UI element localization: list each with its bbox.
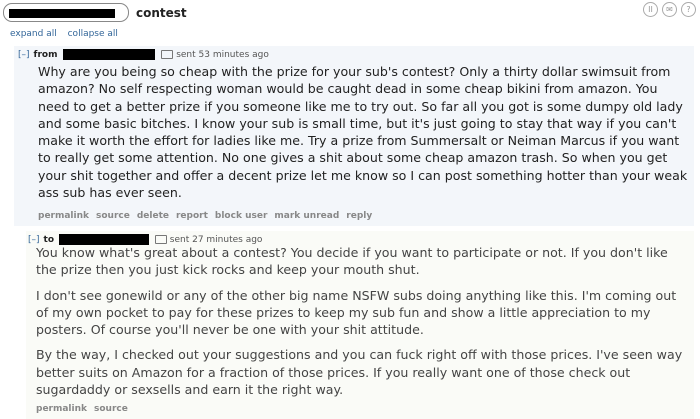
redacted-sender [63, 49, 156, 60]
redacted-username [9, 9, 115, 18]
block-user-link[interactable]: block user [215, 211, 267, 221]
mark-unread-link[interactable]: mark unread [274, 211, 339, 221]
expand-all-link[interactable]: expand all [10, 29, 57, 39]
envelope-icon [154, 235, 167, 244]
paragraph: You know what's great about a contest? Y… [36, 245, 668, 278]
message-actions: permalink source [36, 404, 135, 414]
message-body: Why are you being so cheap with the priz… [38, 64, 688, 201]
recipient-box [3, 3, 129, 22]
help-icon[interactable]: ? [681, 2, 696, 17]
envelope-icon [161, 50, 174, 59]
paragraph: I don't see gonewild or any of the other… [36, 287, 677, 338]
message-outgoing: [–] to sent 27 minutes ago You know what'… [26, 231, 694, 419]
permalink-link[interactable]: permalink [38, 211, 89, 221]
source-link[interactable]: source [96, 211, 130, 221]
direction-label: from [33, 50, 58, 60]
message-incoming: [–] from sent 53 minutes ago Why are you … [14, 46, 694, 226]
collapse-toggle[interactable]: [–] [18, 50, 30, 60]
reply-link[interactable]: reply [346, 211, 372, 221]
top-icons: II ✉ ? [643, 2, 696, 17]
source-link[interactable]: source [94, 404, 128, 414]
delete-link[interactable]: delete [137, 211, 169, 221]
collapse-all-link[interactable]: collapse all [68, 29, 118, 39]
message-actions: permalink source delete report block user mar… [38, 211, 379, 221]
message-body: You know what's great about a contest? Y… [36, 244, 692, 406]
message-subject: contest [136, 6, 187, 20]
mail-icon[interactable]: ✉ [662, 2, 677, 17]
sent-time: sent 53 minutes ago [176, 50, 269, 60]
report-link[interactable]: report [176, 211, 208, 221]
paragraph: By the way, I checked out your suggestio… [36, 347, 683, 398]
message-header: contest II ✉ ? [0, 0, 700, 26]
pause-icon[interactable]: II [643, 2, 658, 17]
message-tagline: [–] from sent 53 minutes ago [18, 49, 269, 60]
permalink-link[interactable]: permalink [36, 404, 87, 414]
expand-bar: expand all collapse all [10, 29, 126, 39]
